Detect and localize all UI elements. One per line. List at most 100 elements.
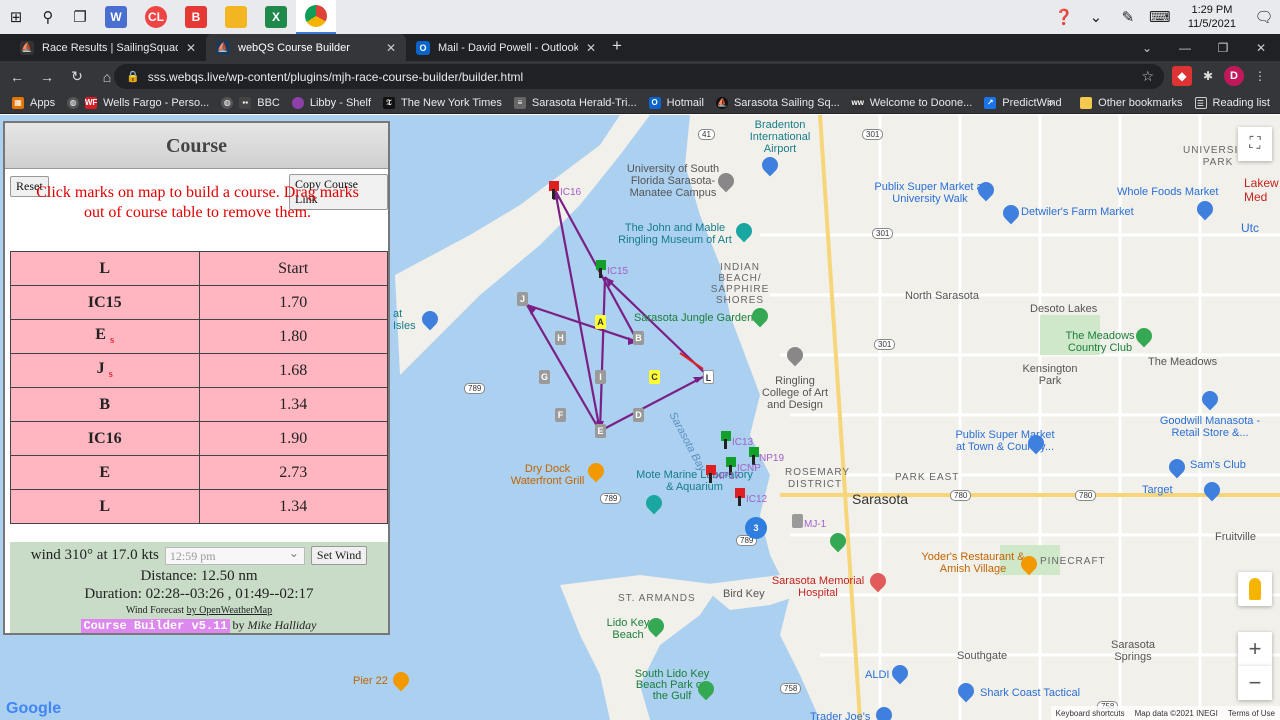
map-label[interactable]: Goodwill Manasota - Retail Store &...: [1150, 415, 1270, 439]
mark-a[interactable]: A: [595, 315, 606, 329]
mark-h[interactable]: H: [555, 331, 566, 345]
taskbar-app-word[interactable]: W: [96, 0, 136, 34]
bookmark-star-icon[interactable]: ☆: [1141, 68, 1154, 85]
mark-b[interactable]: B: [633, 331, 644, 345]
mark-e[interactable]: E: [595, 424, 606, 438]
restore-icon[interactable]: ❐: [1204, 34, 1242, 61]
taskbar-app-chrome[interactable]: [296, 0, 336, 34]
taskbar-clock[interactable]: 1:29 PM 11/5/2021: [1176, 3, 1248, 31]
mark-flag-icnp[interactable]: [726, 457, 736, 475]
close-icon[interactable]: ✕: [186, 41, 196, 55]
map-label[interactable]: Dry Dock Waterfront Grill: [505, 463, 590, 487]
course-row[interactable]: IC16 1.90: [10, 421, 388, 456]
map-label[interactable]: Lido Key Beach: [602, 617, 654, 641]
course-row[interactable]: J s 1.68: [10, 353, 388, 388]
taskbar-app-explorer[interactable]: [216, 0, 256, 34]
help-icon[interactable]: ❓: [1048, 0, 1080, 34]
extension-icon[interactable]: ◆: [1172, 66, 1192, 86]
mark-i[interactable]: I: [595, 370, 606, 384]
bookmark-bbc[interactable]: ◍ ▪▪ BBC: [221, 96, 280, 109]
course-mark-cell[interactable]: IC15: [10, 285, 200, 320]
map-label[interactable]: Pier 22: [353, 675, 388, 687]
mark-j[interactable]: J: [517, 292, 528, 306]
bookmark-hotmail[interactable]: O Hotmail: [648, 96, 704, 109]
map-label[interactable]: Shark Coast Tactical: [980, 687, 1080, 699]
reload-icon[interactable]: ↻: [64, 64, 90, 90]
map-label[interactable]: Target: [1142, 484, 1173, 496]
terms-link[interactable]: Terms of Use: [1223, 709, 1280, 718]
chevron-up-icon[interactable]: ⌄: [1080, 0, 1112, 34]
course-mark-cell[interactable]: IC16: [10, 421, 200, 456]
notifications-icon[interactable]: 🗨: [1248, 0, 1280, 34]
taskbar-app-excel[interactable]: X: [256, 0, 296, 34]
bookmark-nyt[interactable]: 𝔗 The New York Times: [383, 96, 502, 109]
map-label[interactable]: Bradenton International Airport: [740, 119, 820, 155]
map-label[interactable]: Sam's Club: [1190, 459, 1246, 471]
openweathermap-link[interactable]: by OpenWeatherMap: [187, 605, 273, 616]
mark-flag-ic15[interactable]: [596, 260, 606, 278]
close-icon[interactable]: ✕: [586, 41, 596, 55]
tab-course-builder[interactable]: ⛵ webQS Course Builder ✕: [206, 34, 406, 61]
tab-search-chevron-icon[interactable]: ⌄: [1128, 34, 1166, 61]
profile-avatar[interactable]: D: [1224, 66, 1244, 86]
pen-icon[interactable]: ✎: [1112, 0, 1144, 34]
new-tab-icon[interactable]: +: [612, 36, 622, 56]
map-label[interactable]: Utc: [1241, 221, 1259, 235]
bookmark-libby[interactable]: Libby - Shelf: [291, 96, 371, 109]
course-row[interactable]: L Start: [10, 251, 388, 286]
minimize-icon[interactable]: —: [1166, 34, 1204, 61]
google-logo[interactable]: Google: [6, 700, 61, 718]
version-badge[interactable]: Course Builder v5.11: [81, 619, 230, 633]
course-mark-cell[interactable]: L: [10, 489, 200, 524]
mark-c[interactable]: C: [649, 370, 660, 384]
bookmarks-overflow-icon[interactable]: »: [1048, 97, 1054, 109]
time-select[interactable]: 12:59 pm: [164, 545, 305, 565]
map-label[interactable]: Sarasota Jungle Gardens: [634, 312, 759, 324]
search-icon[interactable]: ⚲: [32, 0, 64, 34]
zoom-in-icon[interactable]: +: [1238, 632, 1272, 666]
bookmark-apps[interactable]: ▦ Apps: [12, 96, 55, 109]
bookmark-herald-tribune[interactable]: ≡ Sarasota Herald-Tri...: [513, 96, 637, 109]
map-label[interactable]: Trader Joe's: [810, 711, 870, 720]
address-bar[interactable]: 🔒 sss.webqs.live/wp-content/plugins/mjh-…: [114, 64, 1164, 89]
map-label[interactable]: The John and Mable Ringling Museum of Ar…: [610, 222, 740, 246]
map-label[interactable]: ALDI: [865, 669, 889, 681]
map-label[interactable]: Whole Foods Market: [1117, 186, 1218, 198]
task-view-icon[interactable]: ❐: [64, 0, 96, 34]
mark-flag-ic16[interactable]: [549, 181, 559, 199]
map-label[interactable]: Ringling College of Art and Design: [755, 375, 835, 411]
mark-l[interactable]: L: [703, 370, 714, 384]
course-row[interactable]: E s 1.80: [10, 319, 388, 354]
course-mark-cell[interactable]: E s: [10, 319, 200, 354]
mark-flag-ic12[interactable]: [735, 488, 745, 506]
map-label[interactable]: Publix Super Market at University Walk: [870, 181, 990, 205]
mark-flag-ic13[interactable]: [721, 431, 731, 449]
course-row[interactable]: B 1.34: [10, 387, 388, 422]
mark-mj1[interactable]: [792, 514, 803, 528]
mark-flag-np19[interactable]: [749, 447, 759, 465]
back-icon[interactable]: ←: [4, 64, 30, 90]
bookmark-wells-fargo[interactable]: ◍ WF Wells Fargo - Perso...: [67, 96, 209, 109]
set-wind-button[interactable]: Set Wind: [310, 546, 368, 565]
map-label[interactable]: Sarasota Memorial Hospital: [768, 575, 868, 599]
map-label[interactable]: Yoder's Restaurant & Amish Village: [918, 551, 1028, 575]
course-mark-cell[interactable]: J s: [10, 353, 200, 388]
lock-icon[interactable]: 🔒: [126, 70, 140, 83]
fullscreen-icon[interactable]: ⛶: [1238, 127, 1272, 161]
bookmark-reading-list[interactable]: ☰ Reading list: [1194, 97, 1270, 109]
bookmark-other[interactable]: Other bookmarks: [1080, 97, 1183, 109]
course-row[interactable]: L 1.34: [10, 489, 388, 524]
tab-race-results[interactable]: ⛵ Race Results | SailingSquadron ✕: [10, 34, 206, 61]
map-label[interactable]: Detwiler's Farm Market: [1021, 206, 1134, 218]
close-icon[interactable]: ✕: [386, 41, 396, 55]
bookmark-sailing-squadron[interactable]: ⛵ Sarasota Sailing Sq...: [715, 96, 840, 109]
bookmark-doone[interactable]: ww Welcome to Doone...: [852, 96, 972, 109]
map-label[interactable]: The Meadows Country Club: [1060, 330, 1140, 354]
mark-f[interactable]: F: [555, 408, 566, 422]
course-mark-cell[interactable]: E: [10, 455, 200, 490]
map-label[interactable]: Lakew Med: [1244, 176, 1280, 204]
zoom-out-icon[interactable]: −: [1238, 666, 1272, 700]
close-window-icon[interactable]: ✕: [1242, 34, 1280, 61]
marker-cluster[interactable]: 3: [745, 517, 767, 539]
course-row[interactable]: E 2.73: [10, 455, 388, 490]
